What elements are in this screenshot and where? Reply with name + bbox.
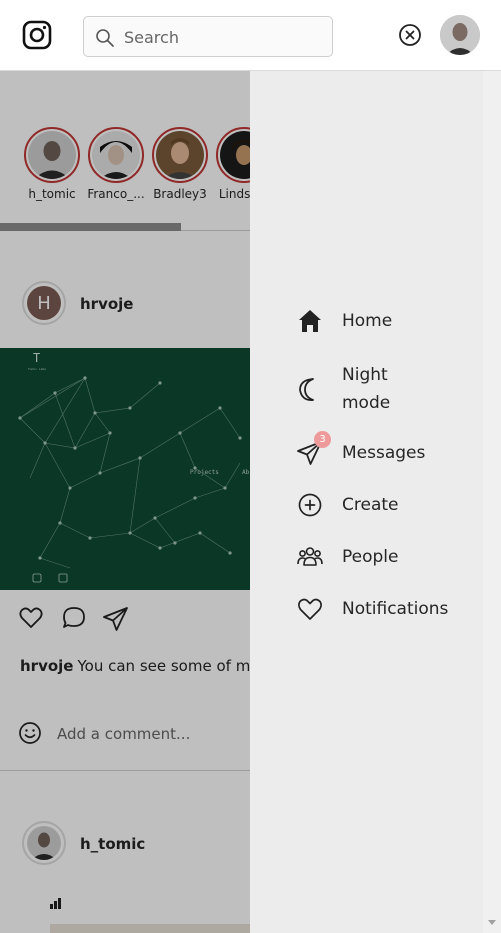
profile-avatar[interactable] [440,15,480,55]
search-input[interactable] [124,25,324,49]
menu-label-night-mode: Night mode [342,365,391,413]
scroll-down-arrow-icon[interactable] [488,920,496,925]
avatar-photo [440,15,480,55]
search-box[interactable] [83,16,333,57]
search-icon [96,29,114,47]
messages-badge: 3 [314,431,331,448]
menu-item-home[interactable]: Home [296,307,496,335]
people-icon [296,543,324,571]
menu-item-night-mode[interactable]: Night mode [296,361,496,417]
home-icon [296,307,324,335]
menu-label-messages: Messages [342,443,426,463]
menu-item-create[interactable]: Create [296,491,496,519]
menu-item-messages[interactable]: 3 Messages [296,431,496,467]
menu-label-notifications: Notifications [342,599,449,619]
vertical-scrollbar[interactable] [483,71,501,933]
send-icon: 3 [296,431,331,467]
moon-icon [296,375,324,403]
menu-label-home: Home [342,311,393,331]
heart-icon [296,595,324,623]
side-drawer-menu: Home Night mode 3 Messages Create People… [250,71,501,933]
menu-item-notifications[interactable]: Notifications [296,595,496,623]
plus-circle-icon [296,491,324,519]
menu-item-people[interactable]: People [296,543,496,571]
instagram-logo-icon[interactable] [22,20,52,50]
overlay-backdrop[interactable] [0,71,250,933]
menu-label-create: Create [342,495,399,515]
menu-label-people: People [342,547,399,567]
close-circle-icon[interactable] [398,23,422,47]
top-header [0,0,501,71]
